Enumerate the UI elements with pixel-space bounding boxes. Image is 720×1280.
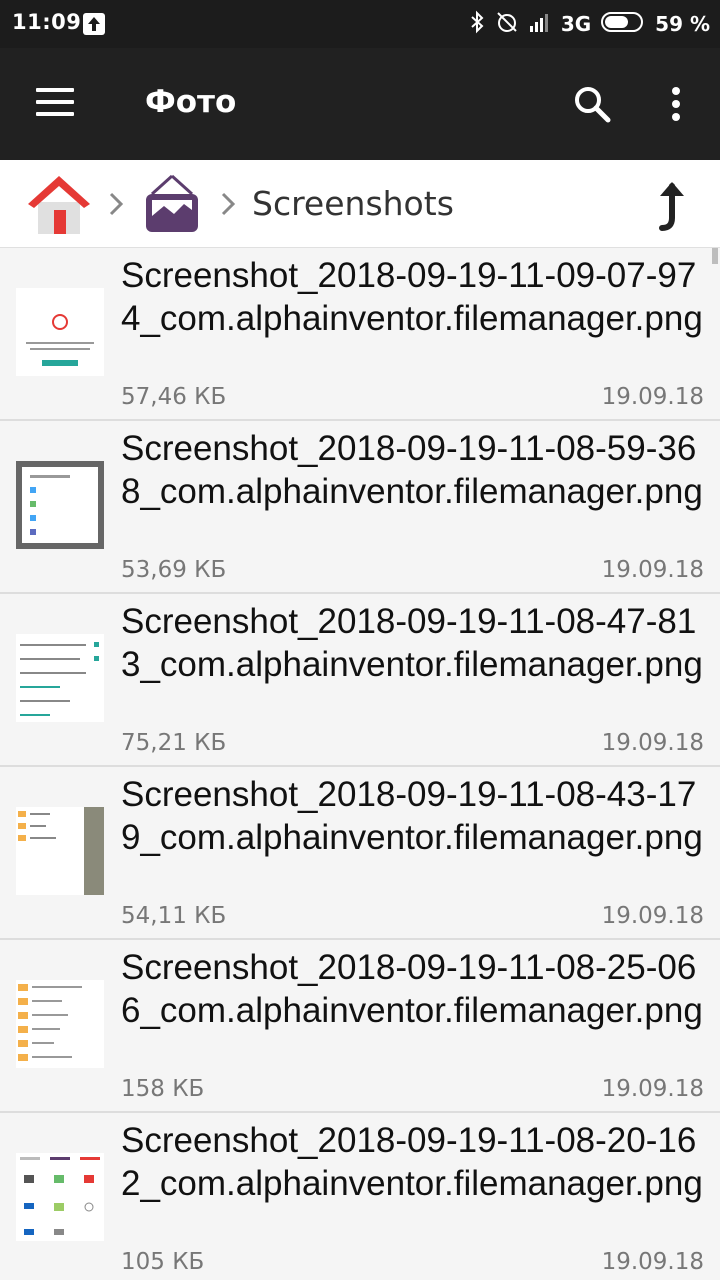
file-name: Screenshot_2018-09-19-11-08-47-813_com.a… [121,602,703,684]
list-item[interactable]: Screenshot_2018-09-19-11-09-07-974_com.a… [0,248,720,421]
file-size: 54,11 КБ [121,903,227,929]
file-name: Screenshot_2018-09-19-11-08-43-179_com.a… [121,775,703,857]
file-thumbnail [16,288,104,376]
file-date: 19.09.18 [601,1076,704,1102]
up-arrow-icon[interactable] [650,178,690,234]
page-title: Фото [145,84,237,120]
file-size: 158 КБ [121,1076,205,1102]
file-date: 19.09.18 [601,903,704,929]
signal-icon [529,11,551,37]
gallery-icon[interactable] [142,174,202,236]
list-item[interactable]: Screenshot_2018-09-19-11-08-47-813_com.a… [0,594,720,767]
file-size: 57,46 КБ [121,384,227,410]
file-name: Screenshot_2018-09-19-11-08-20-162_com.a… [121,1121,703,1203]
file-thumbnail [16,461,104,549]
home-icon[interactable] [26,172,92,236]
app-bar: Фото [0,48,720,160]
file-thumbnail [16,634,104,722]
alarm-off-icon [495,10,519,38]
list-item[interactable]: Screenshot_2018-09-19-11-08-43-179_com.a… [0,767,720,940]
list-item[interactable]: Screenshot_2018-09-19-11-08-25-066_com.a… [0,940,720,1113]
file-size: 53,69 КБ [121,557,227,583]
battery-percent: 59 % [655,12,710,36]
list-item[interactable]: Screenshot_2018-09-19-11-08-20-162_com.a… [0,1113,720,1280]
file-date: 19.09.18 [601,730,704,756]
file-thumbnail [16,1153,104,1241]
breadcrumb-current[interactable]: Screenshots [252,184,454,223]
more-vertical-icon[interactable] [660,82,692,126]
file-date: 19.09.18 [601,1249,704,1275]
search-icon[interactable] [570,82,614,126]
scrollbar[interactable] [712,248,718,264]
file-date: 19.09.18 [601,384,704,410]
battery-icon [601,11,645,37]
file-name: Screenshot_2018-09-19-11-09-07-974_com.a… [121,256,703,338]
file-name: Screenshot_2018-09-19-11-08-59-368_com.a… [121,429,703,511]
file-name: Screenshot_2018-09-19-11-08-25-066_com.a… [121,948,703,1030]
file-date: 19.09.18 [601,557,704,583]
upload-notification-icon [83,13,105,35]
chevron-right-icon [218,190,238,218]
breadcrumb: Screenshots [0,160,720,248]
chevron-right-icon [106,190,126,218]
menu-icon[interactable] [36,88,76,120]
list-item[interactable]: Screenshot_2018-09-19-11-08-59-368_com.a… [0,421,720,594]
status-bar: 11:09 3G 59 % [0,0,720,48]
file-size: 75,21 КБ [121,730,227,756]
bluetooth-icon [469,10,485,38]
network-type: 3G [560,12,592,36]
file-thumbnail [16,807,104,895]
file-size: 105 КБ [121,1249,205,1275]
file-list: Screenshot_2018-09-19-11-09-07-974_com.a… [0,248,720,1280]
file-thumbnail [16,980,104,1068]
status-time: 11:09 [12,10,82,34]
